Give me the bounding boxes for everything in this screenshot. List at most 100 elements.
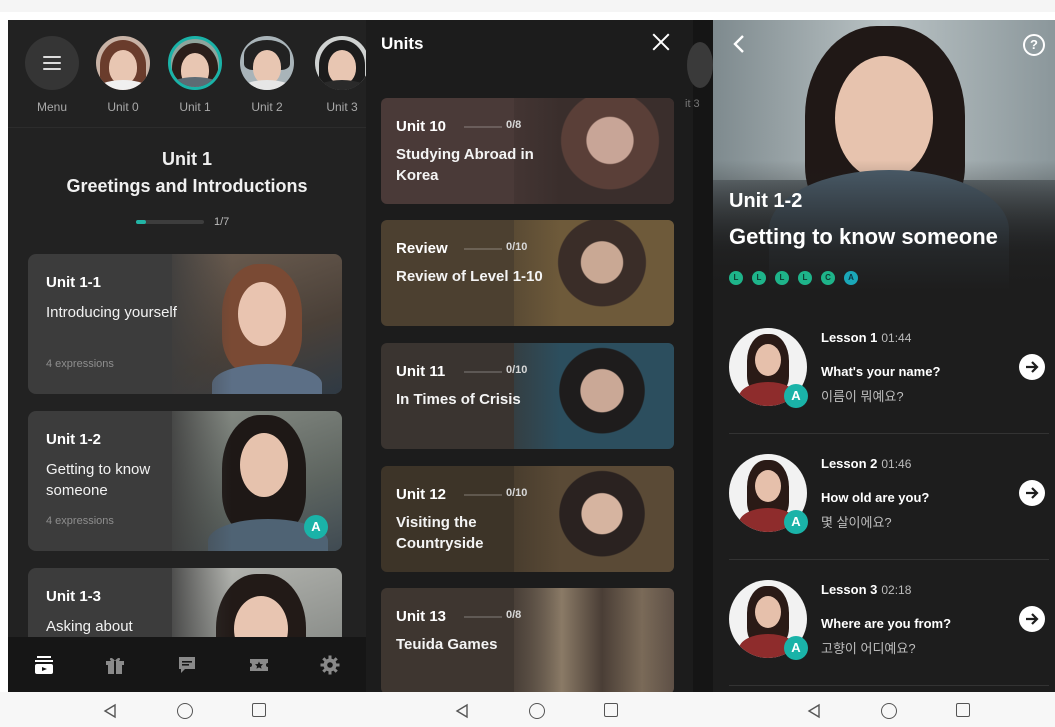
unit-title: Studying Abroad in Korea [396,146,534,184]
unit-avatar-3[interactable]: Unit 3 [312,36,366,114]
completion-badge: A [304,515,328,539]
home-nav-icon[interactable] [529,703,545,719]
back-nav-icon[interactable] [454,703,470,719]
lesson-card-1-2[interactable]: Unit 1-2 Getting to know someone 4 expre… [28,411,342,551]
completion-badge: A [784,636,808,660]
home-nav-icon[interactable] [177,703,193,719]
unit-avatar-row[interactable]: Menu Unit 0 Unit 1 Unit 2 Unit 3 [8,20,366,128]
avatar [96,36,150,90]
unit-title: Greetings and Introductions [66,176,308,196]
unit-progress-line [464,616,502,618]
unit-avatar-label: Unit 3 [326,100,358,114]
lesson-dots: L L L L C A [729,271,867,285]
unit-title: In Times of Crisis [396,391,521,408]
lesson-english: How old are you? [821,490,930,505]
lesson-header: Lesson 1 01:44 [821,330,911,345]
unit-code: Review [396,240,448,257]
chat-icon[interactable] [176,654,198,676]
completion-badge: A [784,510,808,534]
completion-badge: A [784,384,808,408]
unit-progress-line [464,371,502,373]
lessons-icon[interactable] [33,654,55,676]
unit-card-11[interactable]: Unit 11 0/10 In Times of Crisis [381,343,674,449]
help-icon[interactable]: ? [1023,34,1045,56]
back-icon[interactable] [731,34,747,54]
progress-fill [136,220,146,224]
unit-card-10[interactable]: Unit 10 0/8 Studying Abroad in Korea [381,98,674,204]
close-icon[interactable] [651,32,671,52]
system-nav-bar [0,692,1055,727]
gift-icon[interactable] [104,654,126,676]
unit-card-12[interactable]: Unit 12 0/10 Visiting the Countryside [381,466,674,572]
avatar [240,36,294,90]
lesson-expressions: 4 expressions [46,515,114,527]
status-strip [0,0,1055,12]
lesson-row-2[interactable]: A Lesson 2 01:46 How old are you? 몇 살이에요? [729,434,1049,560]
lesson-dot: L [729,271,743,285]
ticket-icon[interactable] [248,654,270,676]
lesson-korean: 몇 살이에요? [821,515,892,530]
avatar [315,36,366,90]
arrow-right-icon[interactable] [1019,354,1045,380]
unit-hero: ? Unit 1-2 Getting to know someone L L L… [713,20,1055,290]
lesson-dot: L [775,271,789,285]
unit-heading: Unit 1 Greetings and Introductions [8,146,366,200]
menu-icon[interactable] [25,36,79,90]
recents-nav-icon[interactable] [956,703,972,719]
lesson-header: Lesson 2 01:46 [821,456,911,471]
arrow-right-icon[interactable] [1019,480,1045,506]
unit-count: 0/10 [506,364,528,376]
lesson-row-1[interactable]: A Lesson 1 01:44 What's your name? 이름이 뭐예… [729,308,1049,434]
unit-title: Teuida Games [396,636,498,653]
back-nav-icon[interactable] [806,703,822,719]
lesson-duration: 02:18 [881,583,912,597]
lesson-expressions: 4 expressions [46,358,114,370]
back-nav-icon[interactable] [102,703,118,719]
unit-count: 0/10 [506,487,528,499]
unit-avatar-label: Unit 0 [107,100,139,114]
lesson-unit-code: Unit 1-2 [729,190,803,212]
lesson-dot: L [752,271,766,285]
unit-title: Visiting the Countryside [396,514,484,552]
home-nav-icon[interactable] [881,703,897,719]
unit-code: Unit 12 [396,486,447,503]
unit-code: Unit 11 [396,363,446,380]
lesson-code: Unit 1-1 [46,274,102,291]
unit-card-review[interactable]: Review 0/10 Review of Level 1-10 [381,220,674,326]
lesson-title: Asking about [46,618,133,635]
lesson-dot: L [798,271,812,285]
lesson-label: Lesson 2 [821,456,878,471]
drawer-scrim[interactable]: it 3 [685,20,713,692]
unit-avatar-0[interactable]: Unit 0 [93,36,153,114]
lesson-label: Lesson 1 [821,330,878,345]
unit-code: Unit 13 [396,608,447,625]
avatar [168,36,222,90]
lesson-list-screen: ? Unit 1-2 Getting to know someone L L L… [713,20,1055,692]
gear-icon[interactable] [319,654,341,676]
unit-progress-line [464,126,502,128]
lesson-row-3[interactable]: A Lesson 3 02:18 Where are you from? 고향이 … [729,560,1049,686]
unit-count: 0/8 [506,609,522,621]
unit-avatar-1[interactable]: Unit 1 [165,36,225,114]
unit-avatar-label: Unit 2 [251,100,283,114]
peek-label: it 3 [685,98,700,110]
unit-avatar-2[interactable]: Unit 2 [237,36,297,114]
lesson-header: Lesson 3 02:18 [821,582,911,597]
units-drawer-screen: Units Unit 10 0/8 Studying Abroad in Kor… [366,20,693,692]
lesson-dot: A [844,271,858,285]
unit-detail-screen: Menu Unit 0 Unit 1 Unit 2 Unit 3 Unit 1 … [8,20,366,692]
avatar [687,42,713,88]
menu-button[interactable]: Menu [22,36,82,114]
unit-count: 0/8 [506,119,522,131]
unit-progress: 1/7 [136,216,229,228]
recents-nav-icon[interactable] [252,703,268,719]
lesson-dot: C [821,271,835,285]
lesson-code: Unit 1-3 [46,588,102,605]
recents-nav-icon[interactable] [604,703,620,719]
progress-text: 1/7 [214,216,230,228]
unit-title: Review of Level 1-10 [396,268,543,285]
lesson-card-1-1[interactable]: Unit 1-1 Introducing yourself 4 expressi… [28,254,342,394]
unit-card-13[interactable]: Unit 13 0/8 Teuida Games [381,588,674,692]
arrow-right-icon[interactable] [1019,606,1045,632]
unit-code: Unit 10 [396,118,447,135]
